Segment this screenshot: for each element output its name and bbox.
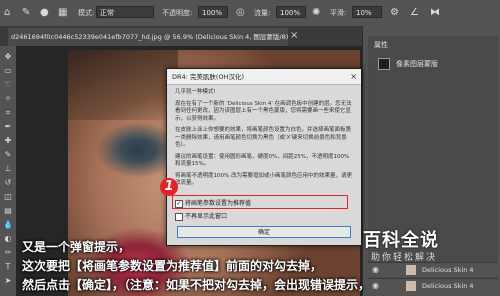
home-icon[interactable]: ⌂: [4, 7, 10, 19]
step-marker: 1: [160, 178, 178, 196]
mode-select[interactable]: 正常: [96, 6, 154, 18]
flow-label: 流量:: [254, 9, 271, 17]
document-tab-bar: d2461694f0c0446c52339e041efb7077_hd.jpg …: [0, 26, 362, 46]
watermark: 百科全说 助你轻松解决: [363, 226, 495, 266]
dialog-title: DR4: 完美肌肤(OH汉化): [172, 73, 244, 81]
dialog-paragraph-3: 建议的画笔设置：使用圆形画笔，硬度0%，间距25%，不透明度100% 和流量15…: [175, 153, 350, 168]
document-tab[interactable]: d2461694f0c0446c52339e041efb7077_hd.jpg …: [8, 28, 288, 46]
caption-line-3: 然后点击【确定】，（注意：如果不把对勾去掉，会出现错误提示，: [22, 278, 371, 292]
dialog-title-bar: DR4: 完美肌肤(OH汉化) ×: [167, 69, 361, 85]
airbrush-icon[interactable]: ✺: [312, 7, 320, 19]
gradient-tool-icon[interactable]: ▤: [3, 206, 13, 216]
marquee-tool-icon[interactable]: ▭: [3, 66, 13, 76]
layer-row-delicious-skin-2[interactable]: ◉ Delicious Skin 4: [368, 278, 498, 293]
blur-tool-icon[interactable]: 💧: [3, 220, 13, 230]
opacity-input[interactable]: 100%: [198, 6, 228, 18]
mask-thumbnail: [378, 58, 390, 70]
eraser-tool-icon[interactable]: ◫: [3, 192, 13, 202]
lasso-tool-icon[interactable]: ➰: [3, 80, 13, 90]
dont-show-checkbox-box[interactable]: [175, 213, 183, 221]
dialog-paragraph-1: 现在在有了一个新的 'Delicious Skin 4' 在画调色板中创建的层。…: [175, 100, 352, 122]
smoothing-input[interactable]: 10%: [352, 6, 382, 18]
document-tab-title: d2461694f0c0446c52339e041efb7077_hd.jpg …: [11, 33, 288, 41]
watermark-subtitle: 助你轻松解决: [371, 253, 438, 263]
pen-tool-icon[interactable]: ✑: [3, 248, 13, 258]
angle-icon[interactable]: ∠: [410, 7, 419, 19]
smoothing-label: 平滑:: [330, 9, 347, 17]
ok-button[interactable]: 确定: [177, 226, 351, 238]
layer-thumbnail: [406, 265, 416, 275]
quick-select-tool-icon[interactable]: ✧: [3, 94, 13, 104]
close-tab-icon[interactable]: ×: [290, 30, 298, 42]
dodge-tool-icon[interactable]: ◐: [3, 234, 13, 244]
smoothing-settings-icon[interactable]: ⚙: [390, 7, 399, 19]
pressure-opacity-icon[interactable]: ◎: [236, 7, 245, 19]
dr4-dialog: DR4: 完美肌肤(OH汉化) × 几乎就一种模式! 现在在有了一个新的 'De…: [166, 68, 362, 246]
dialog-paragraph-2: 在皮肤上涂上你想要的效果，将画笔颜色设置为白色，并选择画笔面板第一类删除效果，请…: [175, 127, 352, 148]
path-select-tool-icon[interactable]: ➤: [3, 276, 13, 286]
dont-show-again-label: 不再显示此窗口: [185, 213, 228, 220]
healing-tool-icon[interactable]: ✚: [3, 136, 13, 146]
opacity-label: 不透明度:: [162, 9, 193, 17]
tools-panel: ✥ ▭ ➰ ✧ ⌗ ✒ ✚ ✎ ⊥ ↺ ◫ ▤ 💧 ◐ ✑ T ➤: [0, 46, 17, 296]
visibility-eye-icon[interactable]: ◉: [372, 280, 379, 292]
brush-size-icon[interactable]: ●: [40, 7, 49, 19]
checkbox-highlight-box: [172, 195, 348, 209]
hair-region: [68, 50, 178, 120]
watermark-title: 百科全说: [363, 230, 439, 251]
brush-panel-icon[interactable]: ▦: [58, 7, 67, 19]
brush-tool-icon[interactable]: ✎: [22, 7, 30, 19]
history-brush-icon[interactable]: ↺: [3, 178, 13, 188]
properties-title: 属性: [374, 41, 388, 49]
type-tool-icon[interactable]: T: [3, 262, 13, 272]
dont-show-again-checkbox[interactable]: 不再显示此窗口: [175, 212, 355, 221]
brush-tool-icon[interactable]: ✎: [3, 150, 13, 160]
layer-thumbnail: [406, 281, 416, 291]
caption-line-1: 又是一个弹窗提示，: [22, 240, 131, 254]
crop-tool-icon[interactable]: ⌗: [3, 108, 13, 118]
dialog-paragraph-4: 将画笔不透明度100% 改为需要增加或小画笔颜色应用中的效果量，请更改流量。: [175, 172, 352, 187]
dialog-close-icon[interactable]: ×: [350, 69, 357, 85]
layer-mask-label: 像素图层蒙版: [396, 60, 438, 68]
layer-name: Delicious Skin 4: [422, 282, 474, 290]
symmetry-icon[interactable]: ⧓: [430, 7, 440, 19]
dialog-heading: 几乎就一种模式!: [175, 89, 216, 95]
stamp-tool-icon[interactable]: ⊥: [3, 164, 13, 174]
caption-line-2: 这次要把【将画笔参数设置为推荐值】前面的对勾去掉，: [22, 259, 323, 273]
eyedropper-tool-icon[interactable]: ✒: [3, 122, 13, 132]
flow-input[interactable]: 100%: [276, 6, 306, 18]
move-tool-icon[interactable]: ✥: [3, 52, 13, 62]
mode-label: 模式:: [78, 9, 95, 17]
options-bar: ⌂ ✎ ● ▦ 模式: 正常 不透明度: 100% ◎ 流量: 100% ✺ 平…: [0, 0, 500, 27]
